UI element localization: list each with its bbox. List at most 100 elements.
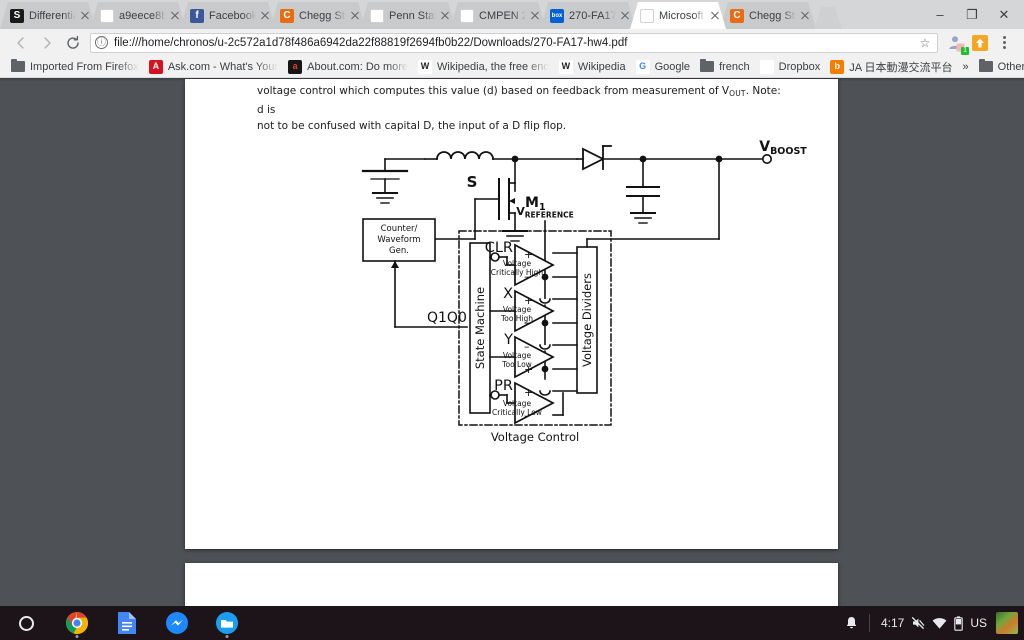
wikipedia-icon: W [559, 60, 573, 74]
folder-icon [700, 60, 714, 74]
bus-label: Q1Q0 [427, 310, 467, 326]
bookmark-label: JA 日本動漫交流平台 [849, 59, 952, 75]
browser-tab-strip: SDifferentiala9eece8b2afFacebookCChegg S… [0, 0, 1024, 29]
bookmark-item[interactable]: GGoogle [631, 57, 695, 77]
browser-tab[interactable]: S Differential [0, 2, 96, 29]
browser-tab[interactable]: fFacebook [180, 2, 276, 29]
bookmark-item[interactable]: WWikipedia [554, 57, 631, 77]
site-info-icon[interactable]: ⓘ [95, 36, 108, 49]
browser-tab-title: CMPEN 270 [479, 10, 526, 22]
upload-extension-icon[interactable] [968, 31, 992, 55]
browser-tab[interactable]: a9eece8b2a [90, 2, 186, 29]
penn-state-shield-icon [460, 9, 474, 23]
url-text[interactable]: file:///home/chronos/u-2c572a1d78f486a69… [114, 37, 917, 49]
wikipedia-icon: W [418, 60, 432, 74]
forward-arrow-icon[interactable] [34, 30, 60, 56]
system-tray[interactable]: 4:17 US [845, 606, 1024, 640]
close-window-button[interactable]: ✕ [988, 0, 1020, 29]
ask-icon: A [149, 60, 163, 74]
bookmark-item[interactable]: b JA 日本動漫交流平台 [825, 57, 957, 77]
close-icon[interactable] [78, 9, 92, 23]
bell-icon[interactable] [845, 616, 858, 630]
close-icon[interactable] [258, 9, 272, 23]
dropbox-icon [760, 60, 774, 74]
minimize-button[interactable]: – [924, 0, 956, 29]
bookmark-star-icon[interactable]: ☆ [917, 36, 933, 50]
files-app-icon[interactable] [202, 606, 252, 640]
state-machine-label: State Machine [473, 287, 487, 369]
generic-page-icon [100, 9, 114, 23]
bookmarks-bar: Imported From Firefox A Ask.com - What's Y… [0, 56, 1024, 78]
paragraph-line2: not to be confused with capital D, the i… [257, 120, 566, 132]
user-avatar[interactable] [996, 612, 1018, 634]
launcher-button[interactable] [0, 616, 52, 631]
counter-line-3: Gen. [389, 246, 409, 256]
chrome-app-icon[interactable] [52, 606, 102, 640]
blogger-icon: b [830, 60, 844, 74]
messenger-app-icon[interactable] [152, 606, 202, 640]
browser-tab-title: Penn State [389, 10, 436, 22]
bus-arrow [391, 261, 399, 268]
pr-desc-line2: Critically Low [492, 408, 542, 417]
clock-label[interactable]: 4:17 [881, 616, 904, 630]
close-icon[interactable] [348, 9, 362, 23]
close-icon[interactable] [438, 9, 452, 23]
close-icon[interactable] [528, 9, 542, 23]
browser-tab[interactable]: CChegg Stud [270, 2, 366, 29]
folder-icon [979, 60, 993, 74]
pr-desc-line1: Voltage [503, 399, 532, 408]
bookmark-item[interactable]: aAbout.com: Do more [283, 57, 413, 77]
browser-tab[interactable]: Penn State [360, 2, 456, 29]
browser-tab[interactable]: box270-FA17-hw [540, 2, 636, 29]
volume-muted-icon[interactable] [911, 616, 925, 630]
bookmark-label: About.com: Do more [307, 61, 408, 73]
close-icon[interactable] [168, 9, 182, 23]
y-plus-sign: + [524, 363, 533, 376]
clr-desc-line2: Critically High [491, 268, 544, 277]
bookmark-item[interactable]: Imported From Firefox [6, 57, 144, 77]
pdf-viewer[interactable]: voltage control which computes this valu… [0, 78, 1024, 606]
comparator-signal-x: X [503, 286, 513, 302]
address-bar[interactable]: ⓘ file:///home/chronos/u-2c572a1d78f486a… [90, 33, 938, 53]
s-square-icon: S [10, 9, 24, 23]
browser-tab[interactable]: CChegg Stud [720, 2, 816, 29]
bookmark-item[interactable]: french [695, 57, 755, 77]
battery-icon[interactable] [954, 616, 963, 631]
maximize-button[interactable]: ❐ [956, 0, 988, 29]
bookmark-label: Ask.com - What's Your [168, 61, 278, 73]
back-arrow-icon[interactable] [8, 30, 34, 56]
locale-label[interactable]: US [970, 616, 987, 630]
chromeos-shelf: 4:17 US [0, 606, 1024, 640]
other-bookmarks-button[interactable]: Other bookmarks [974, 57, 1024, 77]
close-icon[interactable] [618, 9, 632, 23]
close-icon[interactable] [798, 9, 812, 23]
docs-app-icon[interactable] [102, 606, 152, 640]
bookmark-item[interactable]: Dropbox [755, 57, 826, 77]
comparator-signal-clr: CLR [485, 240, 513, 256]
profile-avatar-icon[interactable]: 1 [944, 31, 968, 55]
chrome-menu-icon[interactable] [992, 31, 1016, 55]
bookmarks-overflow-label: » [963, 61, 969, 73]
browser-tab-title: Differential [29, 10, 76, 22]
close-icon[interactable] [708, 9, 722, 23]
generic-page-icon [640, 9, 654, 23]
bookmark-label: french [719, 61, 750, 73]
boost-converter-figure: VBOOST VREFERENCE S M1 Counter/ Waveform… [185, 135, 838, 535]
clr-plus-sign: + [524, 248, 533, 261]
reload-icon[interactable] [60, 30, 86, 56]
chegg-icon: C [730, 9, 744, 23]
window-controls: – ❐ ✕ [924, 0, 1024, 29]
pdf-page-1: voltage control which computes this valu… [185, 79, 838, 549]
new-tab-button[interactable] [814, 7, 842, 29]
comparator-signal-pr: PR [494, 378, 513, 394]
bookmark-item[interactable]: W Wikipedia, the free enc [413, 57, 554, 77]
bookmark-item[interactable]: A Ask.com - What's Your [144, 57, 283, 77]
browser-tab-title: a9eece8b2a [119, 10, 166, 22]
bookmarks-overflow-button[interactable]: » [958, 57, 974, 77]
wifi-icon[interactable] [932, 617, 947, 630]
browser-tab[interactable]: CMPEN 270 [450, 2, 546, 29]
bookmark-label: Wikipedia, the free enc [437, 61, 549, 73]
switch-gate-label: S [467, 173, 478, 191]
browser-tab-title: Facebook [209, 10, 256, 22]
browser-tab[interactable]: Microsoft W [630, 2, 726, 29]
